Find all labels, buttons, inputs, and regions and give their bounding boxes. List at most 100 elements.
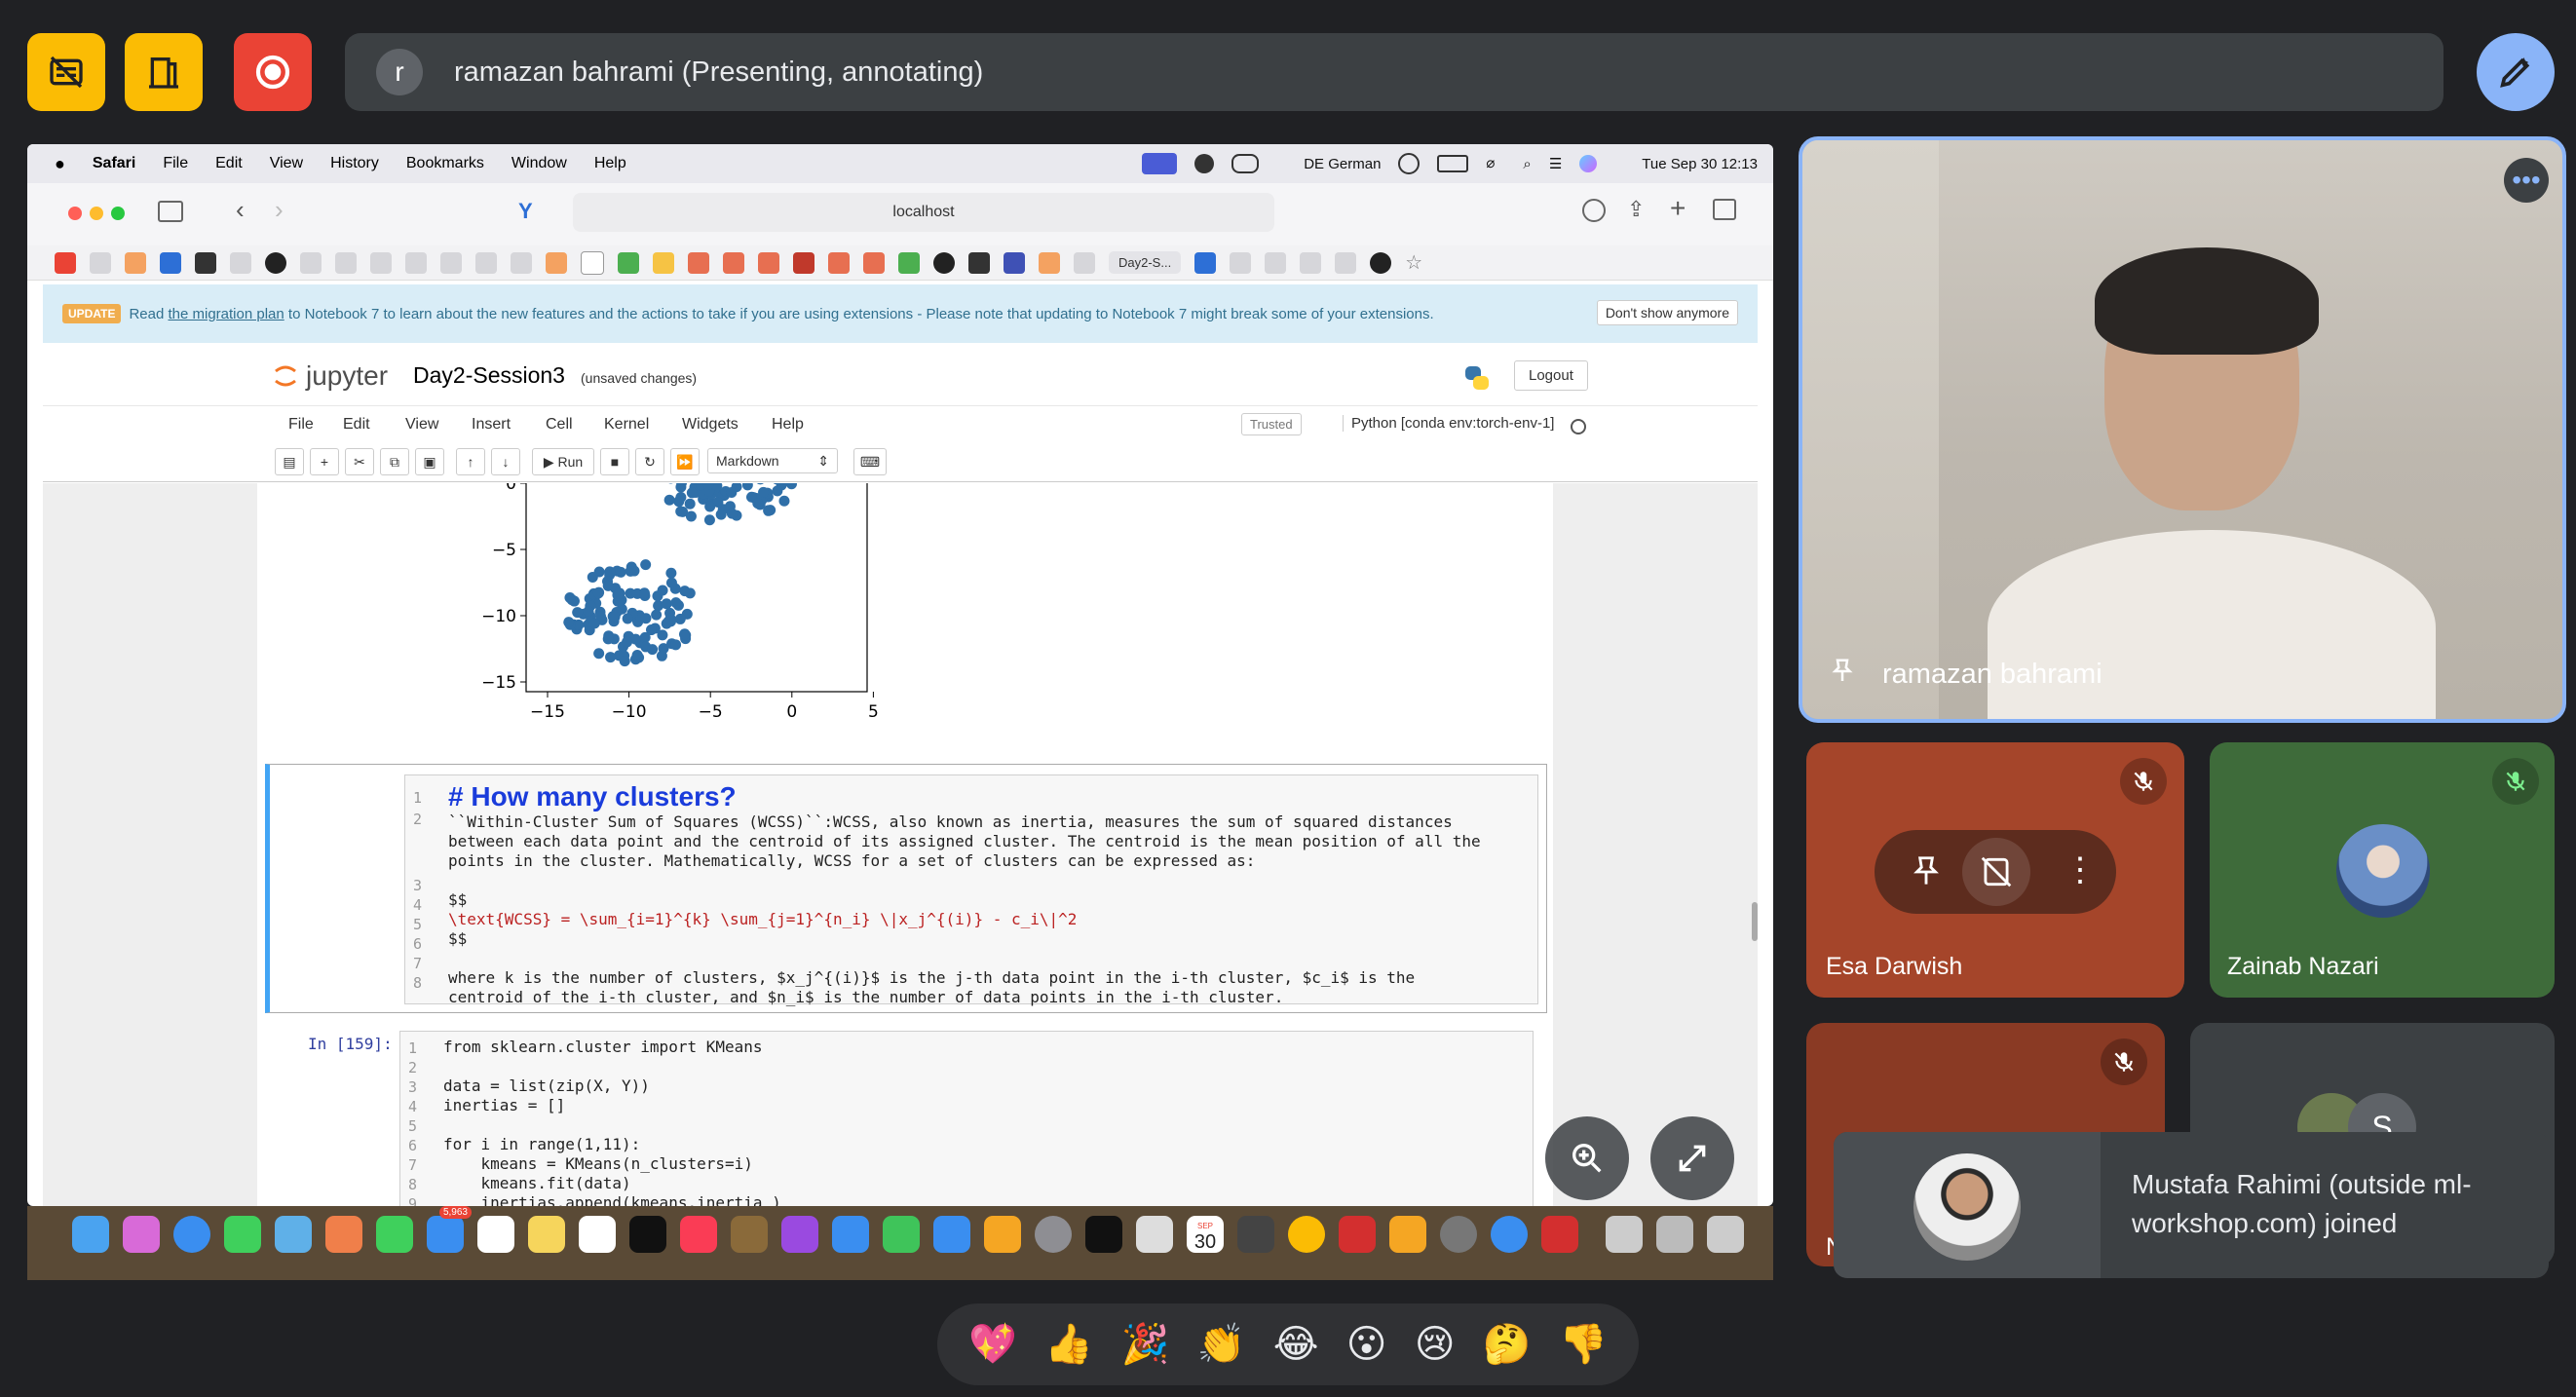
share-icon[interactable]: ⇪ bbox=[1627, 197, 1645, 222]
annotate-button[interactable] bbox=[2477, 33, 2555, 111]
bookmark-icon[interactable] bbox=[793, 251, 814, 274]
bookmark-gmail-icon[interactable] bbox=[55, 251, 76, 274]
mail-icon[interactable]: 5,963 bbox=[427, 1206, 472, 1253]
fullscreen-button[interactable] bbox=[1650, 1116, 1734, 1200]
bookmark-icon[interactable] bbox=[898, 251, 920, 274]
bookmark-icon[interactable] bbox=[1074, 251, 1095, 274]
zoom-button[interactable] bbox=[1545, 1116, 1629, 1200]
bookmark-github-icon[interactable] bbox=[933, 251, 955, 274]
sublime-icon[interactable] bbox=[1237, 1216, 1274, 1253]
control-center-icon[interactable]: ☰ bbox=[1549, 155, 1562, 172]
app-icon[interactable] bbox=[731, 1216, 768, 1253]
download-icon[interactable] bbox=[1582, 199, 1606, 222]
close-window-button[interactable] bbox=[68, 207, 82, 220]
finder-icon[interactable] bbox=[72, 1216, 109, 1253]
zoom-window-button[interactable] bbox=[111, 207, 125, 220]
reaction-clapping[interactable]: 👏 bbox=[1197, 1325, 1246, 1364]
menu-bookmarks[interactable]: Bookmarks bbox=[406, 155, 484, 172]
menu-safari[interactable]: Safari bbox=[93, 155, 135, 172]
new-tab-icon[interactable]: + bbox=[1670, 193, 1686, 224]
menu-edit[interactable]: Edit bbox=[215, 155, 243, 172]
participant-tile-zainab[interactable]: Zainab Nazari bbox=[2210, 742, 2555, 998]
bookmark-icon[interactable] bbox=[688, 251, 709, 274]
bookmark-icon[interactable] bbox=[1230, 251, 1252, 274]
appletv-icon[interactable] bbox=[629, 1216, 666, 1253]
settings-icon[interactable] bbox=[1035, 1216, 1072, 1253]
bookmark-icon[interactable] bbox=[723, 251, 744, 274]
sidebar-toggle-icon[interactable] bbox=[158, 201, 183, 222]
restart-run-all-button[interactable]: ⏩ bbox=[670, 448, 700, 475]
nb-menu-help[interactable]: Help bbox=[772, 416, 804, 434]
bookmark-icon[interactable] bbox=[160, 251, 181, 274]
bookmark-icon[interactable] bbox=[195, 251, 216, 274]
markdown-editor[interactable]: 1 2 3 4 5 6 7 8 # How many clusters? ``W… bbox=[404, 774, 1538, 1006]
cloud-icon[interactable] bbox=[1231, 154, 1260, 173]
bookmark-icon[interactable] bbox=[863, 251, 885, 274]
copy-button[interactable]: ⧉ bbox=[380, 448, 409, 475]
preview-icon[interactable] bbox=[1136, 1216, 1173, 1253]
bookmark-icon[interactable] bbox=[511, 251, 532, 274]
nb-menu-insert[interactable]: Insert bbox=[472, 416, 511, 434]
bookmark-icon[interactable] bbox=[125, 251, 146, 274]
bookmark-github-icon[interactable] bbox=[265, 251, 286, 274]
acrobat-icon[interactable] bbox=[1339, 1216, 1376, 1253]
terminal-icon[interactable] bbox=[1085, 1216, 1122, 1253]
search-icon[interactable]: ⌕ bbox=[1523, 156, 1531, 172]
battery-icon[interactable] bbox=[1437, 155, 1469, 172]
bookmark-icon[interactable] bbox=[1300, 251, 1322, 274]
bookmark-icon[interactable] bbox=[90, 251, 111, 274]
participant-tile-esa[interactable]: ⋮ Esa Darwish bbox=[1806, 742, 2184, 998]
bookmark-icon[interactable] bbox=[1335, 251, 1357, 274]
recording-button[interactable] bbox=[234, 33, 312, 111]
companion-mode-button[interactable] bbox=[125, 33, 203, 111]
favorites-star-icon[interactable]: ☆ bbox=[1405, 250, 1422, 275]
reaction-sad[interactable]: 😢 bbox=[1415, 1325, 1456, 1364]
music-icon[interactable] bbox=[680, 1216, 717, 1253]
bookmark-icon[interactable] bbox=[1370, 251, 1392, 274]
reaction-sparkling-heart[interactable]: 💖 bbox=[968, 1325, 1017, 1364]
forward-icon[interactable]: › bbox=[275, 195, 284, 225]
apple-icon[interactable]: ● bbox=[55, 154, 65, 174]
reaction-thumbs-down[interactable]: 👎 bbox=[1559, 1325, 1608, 1364]
notebook-title[interactable]: Day2-Session3 bbox=[413, 362, 565, 389]
insert-cell-button[interactable]: + bbox=[310, 448, 339, 475]
more-options-icon[interactable]: ⋮ bbox=[2064, 848, 2097, 892]
facetime-icon[interactable] bbox=[376, 1216, 413, 1253]
bookmark-icon[interactable] bbox=[370, 251, 392, 274]
downloads-icon[interactable] bbox=[1656, 1216, 1693, 1253]
bookmark-icon[interactable] bbox=[335, 251, 357, 274]
menu-history[interactable]: History bbox=[330, 155, 379, 172]
trusted-indicator[interactable]: Trusted bbox=[1241, 413, 1302, 435]
command-palette-button[interactable]: ⌨ bbox=[853, 448, 887, 475]
interrupt-button[interactable]: ■ bbox=[600, 448, 629, 475]
bookmark-icon[interactable] bbox=[581, 250, 604, 275]
logout-button[interactable]: Logout bbox=[1514, 360, 1588, 391]
move-up-button[interactable]: ↑ bbox=[456, 448, 485, 475]
move-down-button[interactable]: ↓ bbox=[491, 448, 520, 475]
app-icon[interactable] bbox=[1389, 1216, 1426, 1253]
app-icon[interactable] bbox=[1491, 1216, 1528, 1253]
bookmark-icon[interactable] bbox=[828, 251, 850, 274]
extension-icon[interactable]: Y bbox=[518, 199, 533, 224]
nb-menu-cell[interactable]: Cell bbox=[546, 416, 573, 434]
reaction-surprised[interactable]: 😮 bbox=[1346, 1325, 1387, 1364]
nb-menu-view[interactable]: View bbox=[405, 416, 438, 434]
active-tab[interactable]: Day2-S... bbox=[1109, 251, 1182, 274]
nb-menu-edit[interactable]: Edit bbox=[343, 416, 370, 434]
notes-icon[interactable] bbox=[528, 1216, 565, 1253]
bookmark-icon[interactable] bbox=[475, 251, 497, 274]
run-button[interactable]: ▶ Run bbox=[532, 448, 594, 475]
play-icon[interactable] bbox=[1398, 153, 1421, 174]
status-icon[interactable] bbox=[1194, 154, 1215, 173]
bookmark-icon[interactable] bbox=[1265, 251, 1287, 274]
trash-icon[interactable] bbox=[1707, 1216, 1744, 1253]
reminders-icon[interactable] bbox=[477, 1216, 514, 1253]
app-store-icon[interactable] bbox=[933, 1216, 970, 1253]
join-notification[interactable]: Mustafa Rahimi (outside ml-workshop.com)… bbox=[1834, 1132, 2549, 1278]
bookmark-icon[interactable] bbox=[1004, 251, 1025, 274]
reaction-party-popper[interactable]: 🎉 bbox=[1120, 1325, 1169, 1364]
chrome-icon[interactable] bbox=[1288, 1216, 1325, 1253]
freeform-icon[interactable] bbox=[579, 1216, 616, 1253]
paste-button[interactable]: ▣ bbox=[415, 448, 444, 475]
messages-icon[interactable] bbox=[224, 1216, 261, 1253]
